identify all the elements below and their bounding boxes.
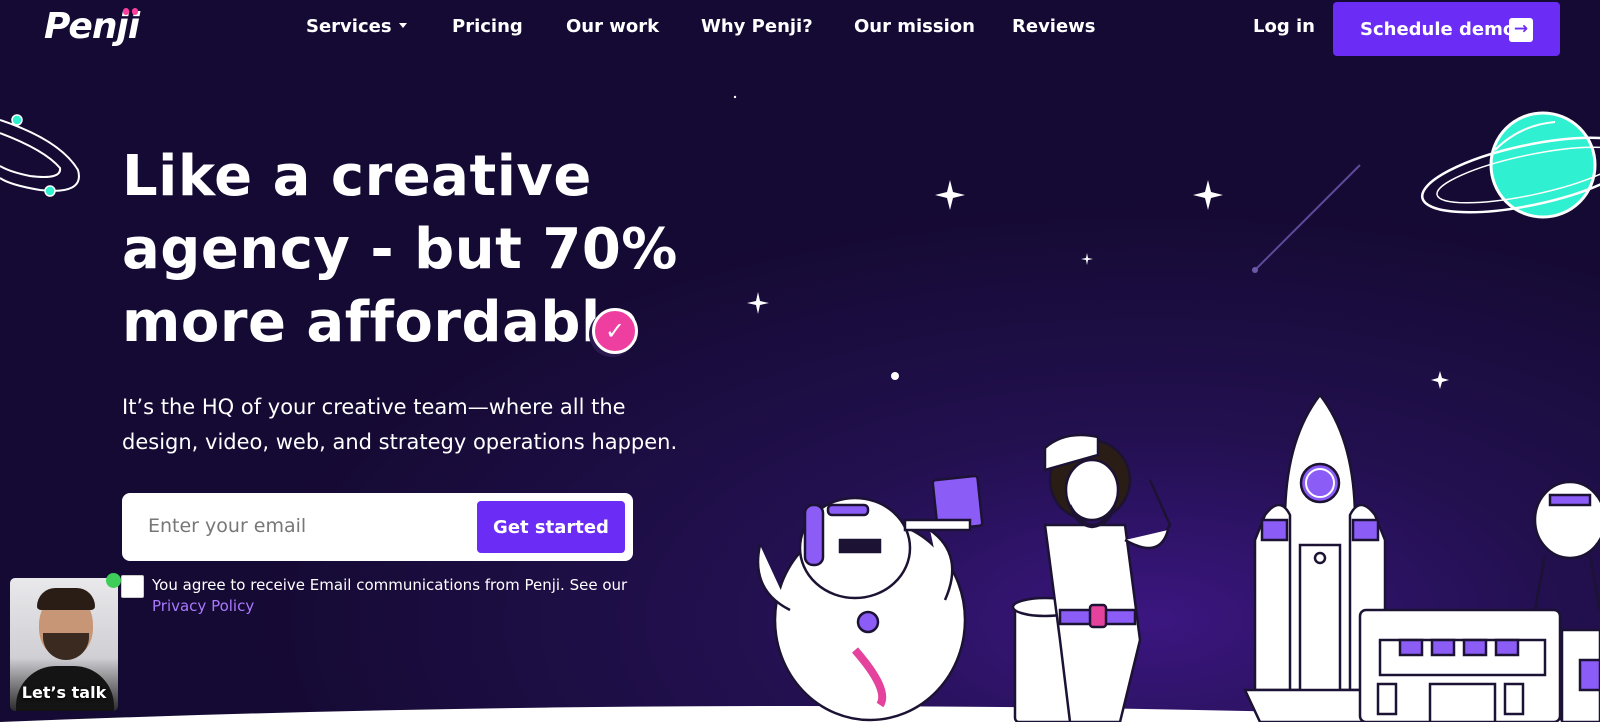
orbit-left-icon: [0, 119, 80, 192]
email-signup-form: Get started: [122, 493, 633, 561]
nav-our-mission[interactable]: Our mission: [854, 16, 975, 37]
privacy-policy-link[interactable]: Privacy Policy: [152, 597, 254, 615]
person-hair: [37, 588, 95, 610]
nav-services-label: Services: [306, 16, 392, 37]
hero-title-line-3: more affordable: [122, 290, 640, 355]
hero-title-line-2: agency - but 70%: [122, 217, 678, 282]
hero-subtitle: It’s the HQ of your creative team—where …: [122, 395, 678, 454]
schedule-demo-button[interactable]: Schedule demo →: [1333, 2, 1560, 56]
logo-dots-icon: [123, 8, 139, 16]
schedule-demo-label: Schedule demo: [1360, 18, 1516, 40]
nav-our-work[interactable]: Our work: [566, 16, 659, 37]
hero-title-line-1: Like a creative: [122, 144, 592, 209]
bear-astronaut-illustration: [756, 474, 984, 722]
lets-talk-label: Let’s talk: [21, 683, 107, 702]
consent-text: You agree to receive Email communication…: [152, 575, 672, 617]
planet-icon: [1420, 111, 1600, 219]
top-navigation: Penji Services Pricing Our work Why Penj…: [0, 0, 1600, 58]
online-status-icon: [106, 573, 121, 588]
email-input[interactable]: [148, 515, 448, 537]
nav-services[interactable]: Services: [306, 16, 407, 37]
nav-reviews[interactable]: Reviews: [1012, 16, 1096, 37]
lets-talk-video-widget[interactable]: Let’s talk: [10, 578, 118, 711]
mechanic-illustration: [1011, 433, 1172, 722]
consent-text-body: You agree to receive Email communication…: [152, 576, 628, 594]
arrow-right-icon: →: [1509, 18, 1533, 42]
nav-pricing[interactable]: Pricing: [452, 16, 523, 37]
login-link[interactable]: Log in: [1253, 16, 1315, 37]
consent-checkbox[interactable]: [121, 575, 144, 598]
building-illustration: [1358, 480, 1600, 722]
person-beard: [43, 633, 89, 660]
nav-why-penji[interactable]: Why Penji?: [701, 16, 813, 37]
star-icon: [733, 95, 1449, 389]
get-started-button[interactable]: Get started: [477, 501, 625, 553]
caret-down-icon: [398, 23, 407, 28]
checkmark-icon: ✓: [592, 308, 638, 354]
